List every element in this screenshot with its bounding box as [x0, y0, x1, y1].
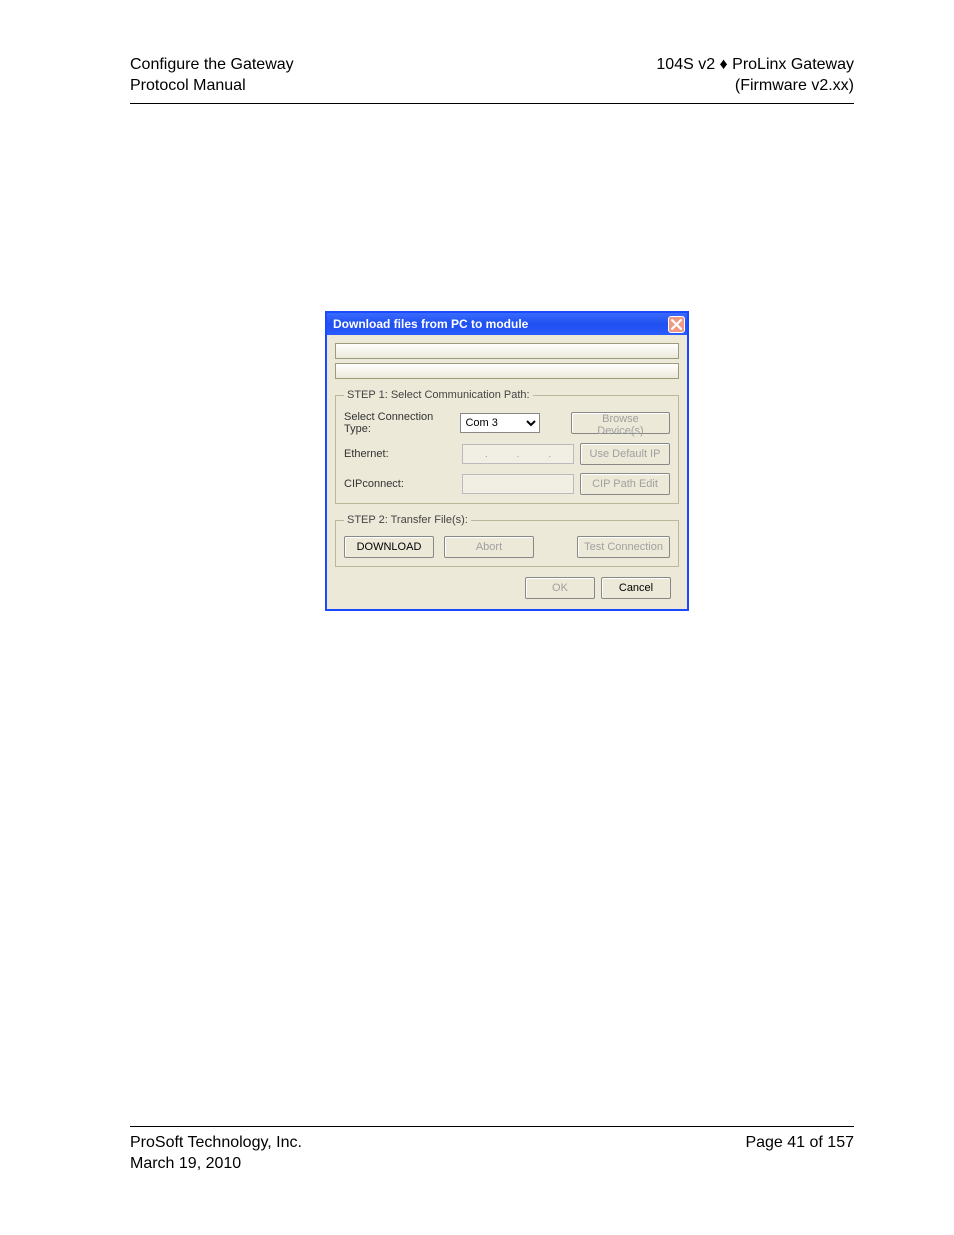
header-left-1: Configure the Gateway: [130, 55, 294, 76]
cip-path-edit-button[interactable]: CIP Path Edit: [580, 473, 670, 495]
step2-group: STEP 2: Transfer File(s): DOWNLOAD Abort…: [335, 514, 679, 567]
dialog-body: STEP 1: Select Communication Path: Selec…: [327, 335, 687, 609]
page-footer: ProSoft Technology, Inc. March 19, 2010 …: [130, 1126, 854, 1175]
header-right-2: (Firmware v2.xx): [656, 76, 854, 97]
dialog-buttons: OK Cancel: [335, 567, 679, 599]
page-header: Configure the Gateway Protocol Manual 10…: [130, 55, 854, 104]
dialog-titlebar[interactable]: Download files from PC to module: [327, 313, 687, 335]
transfer-row: DOWNLOAD Abort Test Connection: [344, 536, 670, 558]
cipconnect-row: CIPconnect: CIP Path Edit: [344, 473, 670, 495]
connection-type-select[interactable]: Com 3: [460, 413, 540, 433]
close-icon: [671, 319, 682, 330]
step2-legend: STEP 2: Transfer File(s):: [344, 514, 471, 526]
dialog-title: Download files from PC to module: [333, 317, 528, 331]
progress-bar-2: [335, 363, 679, 379]
ethernet-row: Ethernet: ... Use Default IP: [344, 443, 670, 465]
cancel-button[interactable]: Cancel: [601, 577, 671, 599]
use-default-ip-button[interactable]: Use Default IP: [580, 443, 670, 465]
footer-left-1: ProSoft Technology, Inc.: [130, 1133, 302, 1154]
test-connection-button[interactable]: Test Connection: [577, 536, 670, 558]
cipconnect-label: CIPconnect:: [344, 478, 462, 490]
header-right-1: 104S v2 ♦ ProLinx Gateway: [656, 55, 854, 76]
footer-left: ProSoft Technology, Inc. March 19, 2010: [130, 1133, 302, 1175]
footer-left-2: March 19, 2010: [130, 1154, 302, 1175]
abort-button[interactable]: Abort: [444, 536, 534, 558]
ethernet-ip-field: ...: [462, 444, 574, 464]
connection-type-label: Select Connection Type:: [344, 411, 460, 435]
header-left: Configure the Gateway Protocol Manual: [130, 55, 294, 97]
step1-legend: STEP 1: Select Communication Path:: [344, 389, 533, 401]
browse-devices-button[interactable]: Browse Device(s): [571, 412, 670, 434]
cipconnect-field: [462, 474, 574, 494]
download-button[interactable]: DOWNLOAD: [344, 536, 434, 558]
close-button[interactable]: [668, 316, 685, 333]
progress-bar-1: [335, 343, 679, 359]
connection-type-row: Select Connection Type: Com 3 Browse Dev…: [344, 411, 670, 435]
step1-group: STEP 1: Select Communication Path: Selec…: [335, 389, 679, 504]
ok-button[interactable]: OK: [525, 577, 595, 599]
header-right: 104S v2 ♦ ProLinx Gateway (Firmware v2.x…: [656, 55, 854, 97]
header-left-2: Protocol Manual: [130, 76, 294, 97]
footer-right: Page 41 of 157: [745, 1133, 854, 1175]
download-dialog: Download files from PC to module STEP 1:…: [325, 311, 689, 611]
footer-right-1: Page 41 of 157: [745, 1133, 854, 1154]
ethernet-label: Ethernet:: [344, 448, 462, 460]
